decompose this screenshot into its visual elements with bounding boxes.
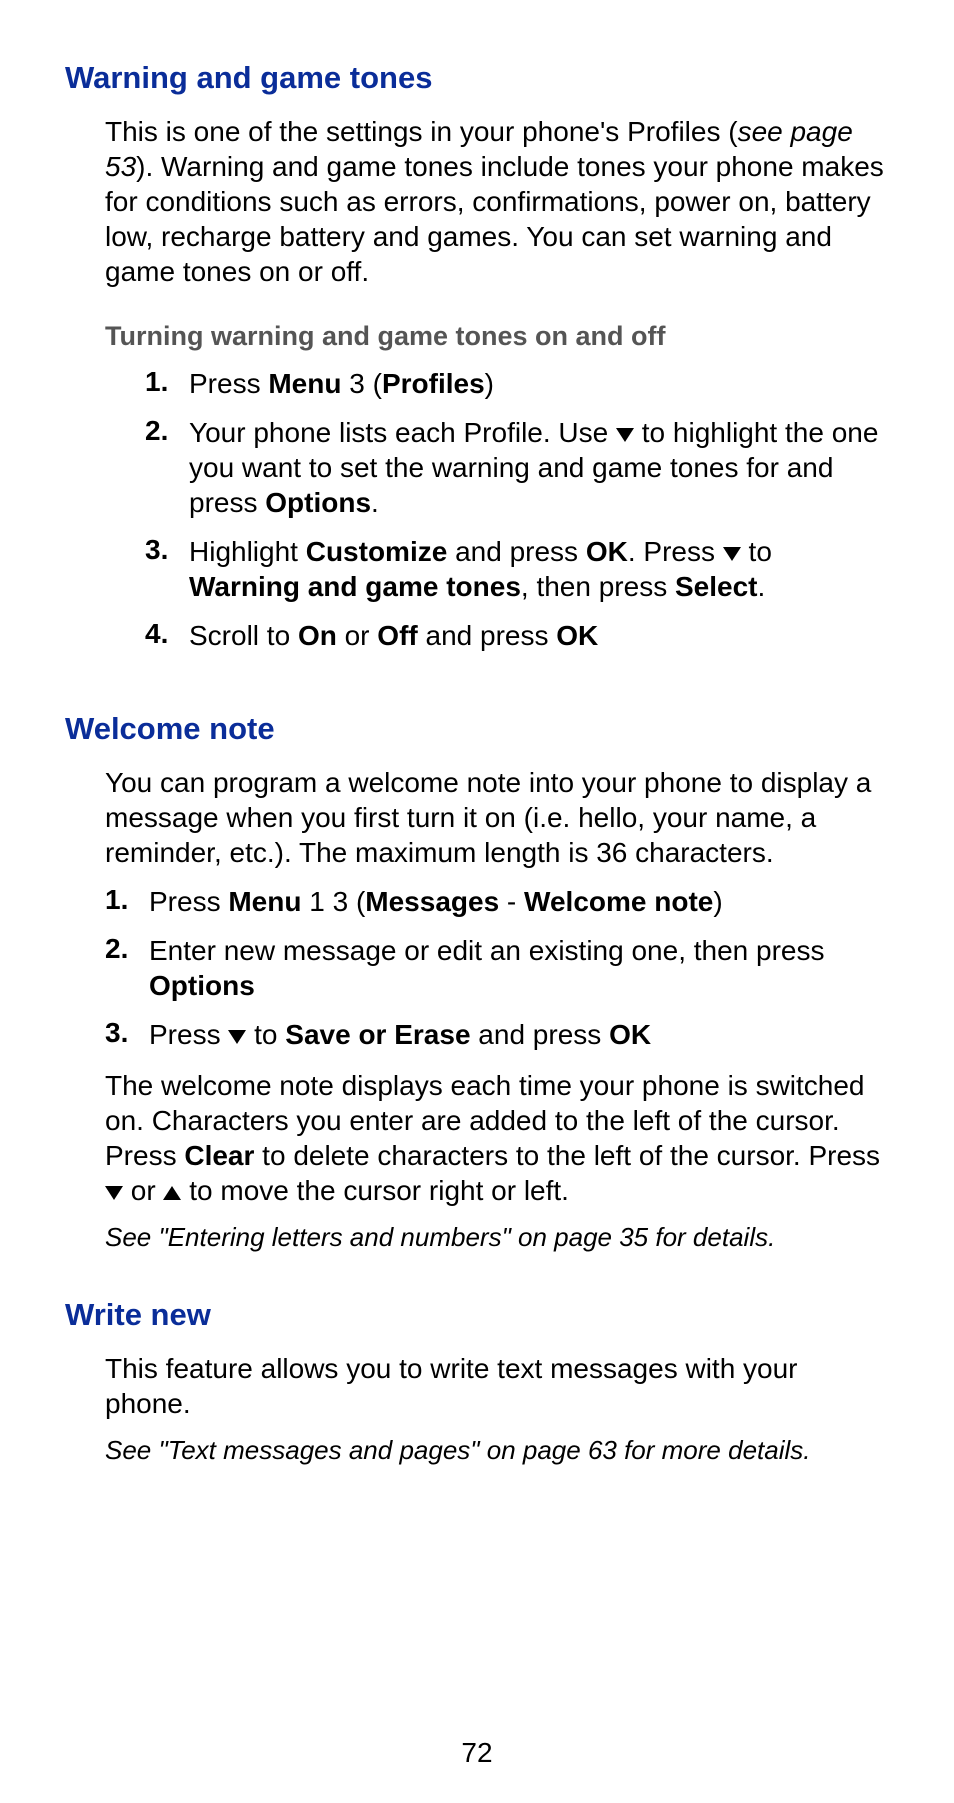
page-number: 72 [0, 1737, 954, 1769]
text: . Press [628, 536, 723, 567]
text: 3 ( [341, 368, 381, 399]
list-number: 1. [105, 884, 149, 916]
text: to delete characters to the left of the … [254, 1140, 880, 1171]
list-text: Scroll to On or Off and press OK [189, 618, 889, 653]
cross-reference-note: See "Entering letters and numbers" on pa… [105, 1222, 889, 1253]
text: Your phone lists each Profile. Use [189, 417, 616, 448]
heading-write-new: Write new [65, 1297, 889, 1333]
list-text: Press Menu 1 3 (Messages - Welcome note) [149, 884, 889, 919]
text: This is one of the settings in your phon… [105, 116, 738, 147]
list-item: 4. Scroll to On or Off and press OK [145, 618, 889, 653]
arrow-down-icon [105, 1186, 123, 1200]
ordered-list: 1. Press Menu 1 3 (Messages - Welcome no… [105, 884, 889, 1052]
ui-label: Welcome note [524, 886, 713, 917]
text: and press [471, 1019, 610, 1050]
ui-label: Messages [365, 886, 499, 917]
arrow-down-icon [723, 547, 741, 561]
heading-welcome-note: Welcome note [65, 711, 889, 747]
list-number: 3. [105, 1017, 149, 1049]
cross-reference-note: See "Text messages and pages" on page 63… [105, 1435, 889, 1466]
list-text: Press to Save or Erase and press OK [149, 1017, 889, 1052]
text: . [371, 487, 379, 518]
list-number: 3. [145, 534, 189, 566]
arrow-up-icon [163, 1186, 181, 1200]
ui-label: Save or Erase [285, 1019, 470, 1050]
subheading-turning-tones: Turning warning and game tones on and of… [105, 321, 889, 352]
ui-label: OK [556, 620, 598, 651]
text: 1 3 ( [301, 886, 365, 917]
list-text: Highlight Customize and press OK. Press … [189, 534, 889, 604]
ui-label: Menu [228, 886, 301, 917]
list-item: 3. Press to Save or Erase and press OK [105, 1017, 889, 1052]
text: to [246, 1019, 285, 1050]
text: to [741, 536, 772, 567]
paragraph: You can program a welcome note into your… [105, 765, 889, 870]
text: or [337, 620, 377, 651]
ui-label: On [298, 620, 337, 651]
ui-label: Profiles [382, 368, 485, 399]
text: and press [447, 536, 586, 567]
text: Press [149, 1019, 228, 1050]
text: ) [485, 368, 494, 399]
text: and press [418, 620, 557, 651]
list-number: 2. [145, 415, 189, 447]
manual-page: Warning and game tones This is one of th… [0, 0, 954, 1803]
list-number: 1. [145, 366, 189, 398]
ui-label: Clear [184, 1140, 254, 1171]
ui-label: OK [609, 1019, 651, 1050]
list-text: Press Menu 3 (Profiles) [189, 366, 889, 401]
list-item: 2. Your phone lists each Profile. Use to… [145, 415, 889, 520]
arrow-down-icon [616, 428, 634, 442]
ui-label: Options [149, 970, 255, 1001]
list-number: 2. [105, 933, 149, 965]
list-item: 3. Highlight Customize and press OK. Pre… [145, 534, 889, 604]
ui-label: Off [377, 620, 417, 651]
paragraph: The welcome note displays each time your… [105, 1068, 889, 1208]
text: Press [189, 368, 268, 399]
text: . [757, 571, 765, 602]
text: Enter new message or edit an existing on… [149, 935, 825, 966]
ui-label: OK [586, 536, 628, 567]
ui-label: Customize [306, 536, 448, 567]
text: ) [713, 886, 722, 917]
text: Press [149, 886, 228, 917]
text: Highlight [189, 536, 306, 567]
list-number: 4. [145, 618, 189, 650]
ui-label: Warning and game tones [189, 571, 521, 602]
list-item: 2. Enter new message or edit an existing… [105, 933, 889, 1003]
text: , then press [521, 571, 675, 602]
ordered-list: 1. Press Menu 3 (Profiles) 2. Your phone… [145, 366, 889, 653]
ui-label: Select [675, 571, 758, 602]
paragraph: This is one of the settings in your phon… [105, 114, 889, 289]
list-text: Enter new message or edit an existing on… [149, 933, 889, 1003]
text: to move the cursor right or left. [181, 1175, 569, 1206]
list-item: 1. Press Menu 3 (Profiles) [145, 366, 889, 401]
paragraph: This feature allows you to write text me… [105, 1351, 889, 1421]
list-item: 1. Press Menu 1 3 (Messages - Welcome no… [105, 884, 889, 919]
text: - [499, 886, 524, 917]
text: ). Warning and game tones include tones … [105, 151, 884, 287]
ui-label: Menu [268, 368, 341, 399]
text: Scroll to [189, 620, 298, 651]
ui-label: Options [265, 487, 371, 518]
heading-warning-game-tones: Warning and game tones [65, 60, 889, 96]
list-text: Your phone lists each Profile. Use to hi… [189, 415, 889, 520]
text: or [123, 1175, 163, 1206]
arrow-down-icon [228, 1030, 246, 1044]
